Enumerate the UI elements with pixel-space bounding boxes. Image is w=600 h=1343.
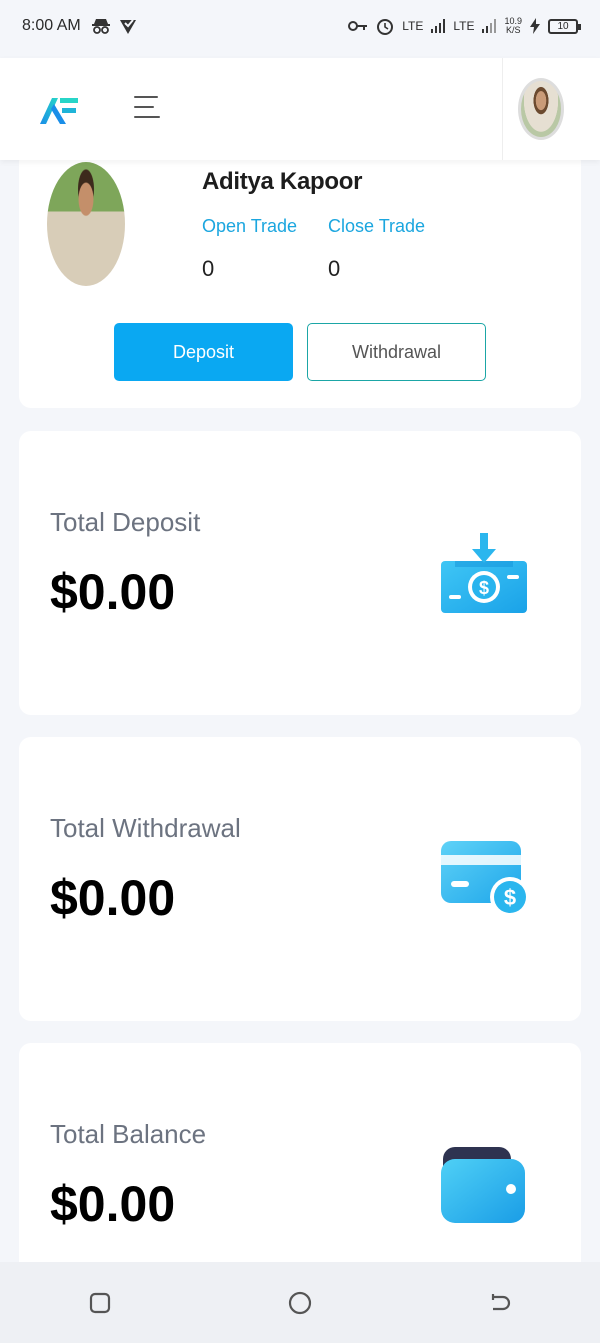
deposit-money-icon: $ [441, 533, 527, 613]
total-withdrawal-value: $0.00 [50, 870, 176, 926]
deposit-button[interactable]: Deposit [114, 323, 293, 381]
profile-name: Aditya Kapoor [202, 168, 363, 195]
total-deposit-value: $0.00 [50, 564, 176, 620]
total-withdrawal-label: Total Withdrawal [50, 813, 241, 843]
hamburger-menu-icon[interactable] [134, 96, 162, 122]
profile-card: Aditya Kapoor Open Trade Close Trade 0 0… [19, 150, 581, 408]
vpn-check-icon [119, 19, 136, 34]
circle-icon [288, 1291, 312, 1314]
home-button[interactable] [286, 1289, 314, 1317]
network-label-2: LTE [453, 19, 475, 33]
close-trade-label[interactable]: Close Trade [328, 216, 425, 237]
wallet-icon [441, 1147, 525, 1223]
total-deposit-label: Total Deposit [50, 507, 201, 537]
alarm-icon [377, 19, 394, 35]
square-icon [89, 1292, 111, 1313]
incognito-icon [91, 19, 110, 34]
credit-card-dollar-icon: $ [441, 841, 529, 917]
data-speed: 10.9 K/S [504, 16, 522, 35]
key-icon [348, 21, 368, 31]
signal-icon-2 [482, 19, 497, 33]
profile-avatar-button[interactable] [502, 58, 578, 160]
status-time: 8:00 AM [22, 17, 81, 34]
system-navigation-bar [0, 1262, 600, 1343]
signal-icon [431, 19, 446, 33]
network-label-1: LTE [402, 19, 424, 33]
recent-apps-button[interactable] [86, 1289, 114, 1317]
total-withdrawal-card: Total Withdrawal $0.00 $ [19, 737, 581, 1021]
total-balance-value: $0.00 [50, 1176, 176, 1232]
battery-indicator: 10 [548, 18, 581, 34]
open-trade-value: 0 [202, 256, 215, 281]
profile-photo [47, 162, 125, 286]
status-bar: 8:00 AM LTE LTE 10.9 K/S 10 [0, 0, 600, 52]
svg-text:$: $ [479, 578, 489, 598]
charging-icon [530, 18, 540, 34]
back-button[interactable] [486, 1289, 514, 1317]
app-logo-icon[interactable] [38, 94, 82, 126]
close-trade-value: 0 [328, 256, 341, 281]
total-balance-label: Total Balance [50, 1119, 207, 1149]
back-arrow-icon [491, 1293, 511, 1310]
avatar [517, 78, 564, 140]
svg-text:$: $ [504, 885, 516, 910]
open-trade-label[interactable]: Open Trade [202, 216, 297, 237]
total-deposit-card: Total Deposit $0.00 $ [19, 431, 581, 715]
withdrawal-button[interactable]: Withdrawal [307, 323, 486, 381]
app-header [0, 58, 600, 160]
total-balance-card: Total Balance $0.00 [19, 1043, 581, 1283]
